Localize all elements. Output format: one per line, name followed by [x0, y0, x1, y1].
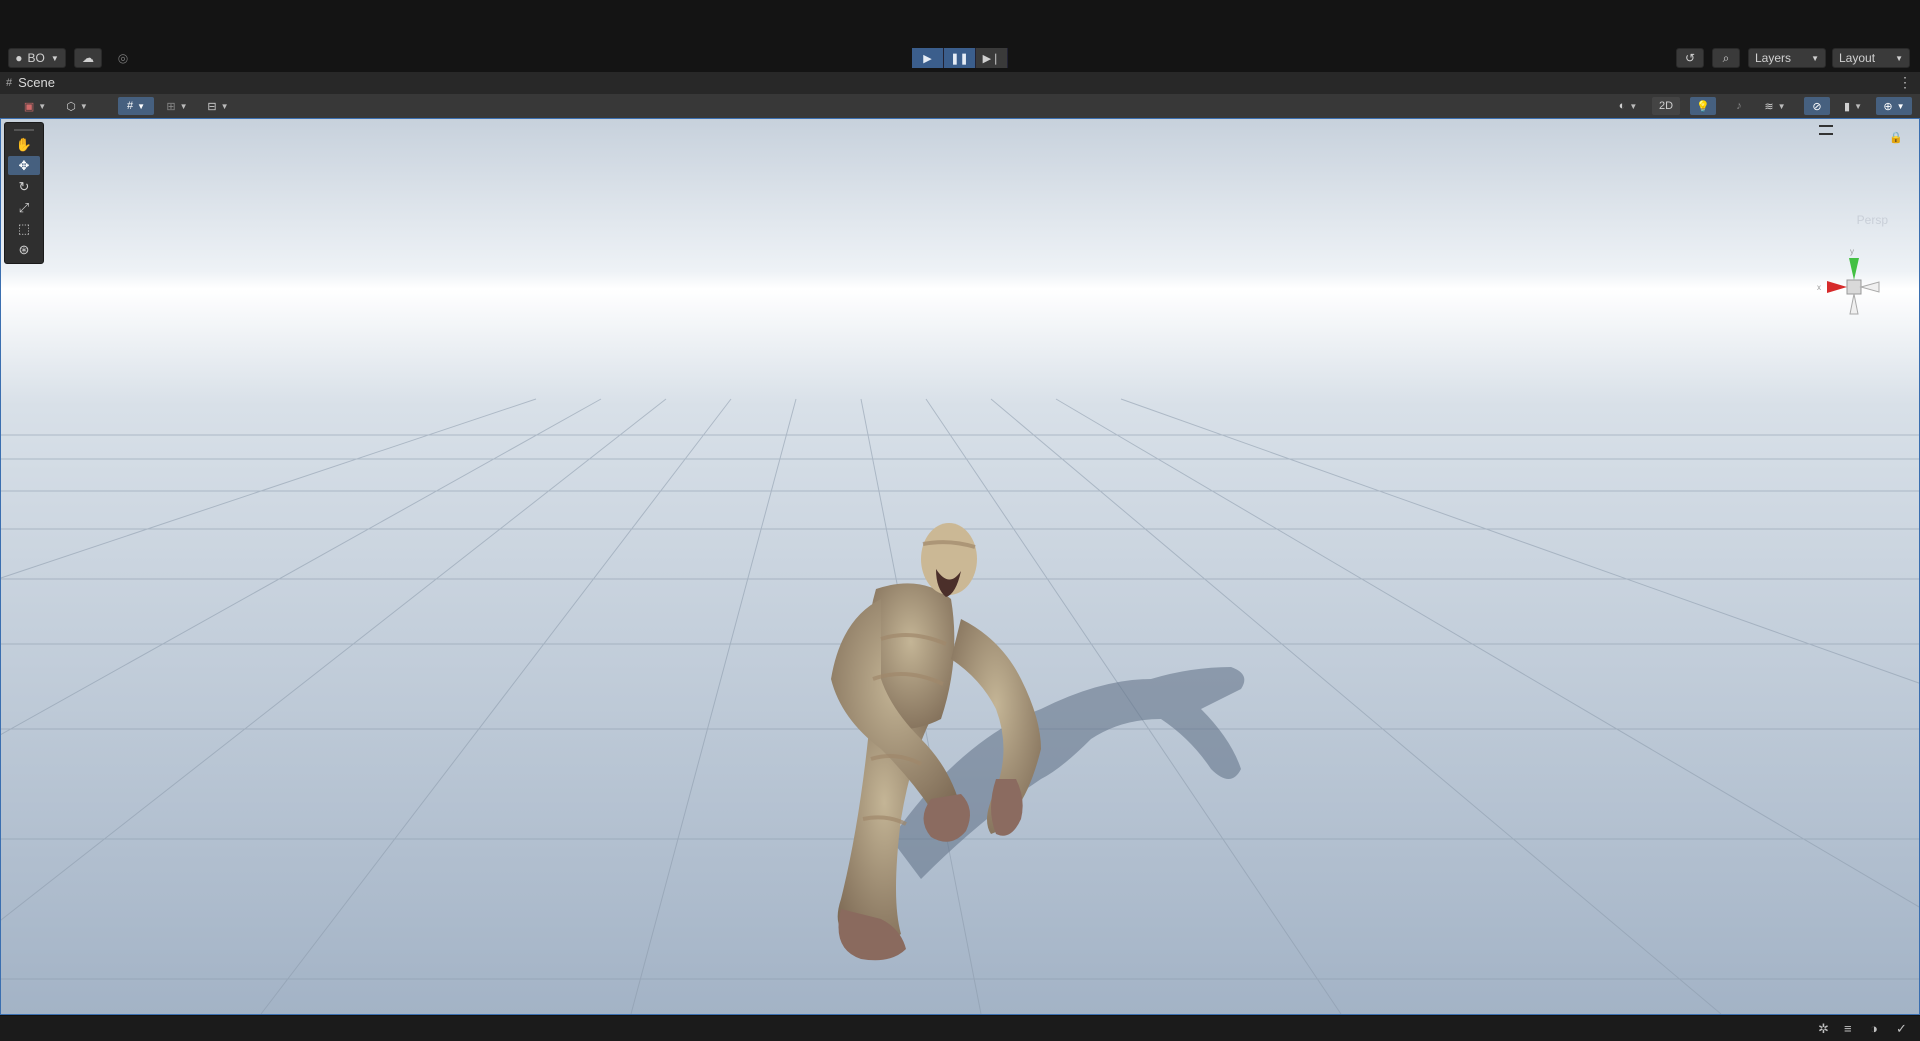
scene-viewport[interactable]: x y 🔒: [0, 118, 1920, 1015]
chevron-down-icon: ▼: [1629, 101, 1638, 111]
chevron-down-icon: ▼: [50, 53, 59, 63]
grid-snap-icon: ⊞: [166, 100, 176, 113]
layers-dropdown[interactable]: Layers ▼: [1748, 48, 1826, 68]
cache-icon[interactable]: ≡: [1844, 1021, 1852, 1036]
gizmo-menu-icon[interactable]: [1819, 125, 1833, 135]
grid-icon: #: [6, 76, 13, 89]
history-button[interactable]: ↺: [1676, 48, 1704, 68]
layout-dropdown[interactable]: Layout ▼: [1832, 48, 1910, 68]
shading-dropdown[interactable]: ◐ ▼: [1610, 97, 1646, 115]
rect-tool[interactable]: ⬚: [8, 219, 40, 238]
more-options-icon[interactable]: ⋮: [1898, 74, 1912, 91]
gizmo-lock-icon[interactable]: 🔒: [1889, 131, 1903, 144]
chevron-down-icon: ▼: [1777, 101, 1786, 111]
svg-text:x: x: [1817, 283, 1821, 292]
layout-label: Layout: [1839, 51, 1876, 65]
chevron-down-icon: ▼: [79, 101, 88, 111]
increment-dropdown[interactable]: ⊟ ▼: [200, 97, 236, 115]
camera-icon: ▮: [1844, 100, 1851, 113]
2d-toggle[interactable]: 2D: [1652, 97, 1680, 115]
render-mode-icon: ⬡: [66, 100, 76, 113]
move-icon: ✥: [18, 157, 30, 173]
lighting-toggle[interactable]: 💡: [1690, 97, 1716, 115]
snap-icon: #: [126, 100, 134, 112]
bug-icon[interactable]: ✲: [1818, 1021, 1829, 1037]
play-button[interactable]: ▶: [912, 48, 944, 68]
status-bar: ✲ ≡ ◑ ✓: [0, 1015, 1920, 1041]
effects-icon: ≋: [1764, 100, 1774, 113]
render-mode-dropdown[interactable]: ⬡ ▼: [60, 97, 94, 115]
step-icon: ▶❘: [982, 52, 1001, 65]
effects-dropdown[interactable]: ≋ ▼: [1758, 97, 1792, 115]
tab-scene[interactable]: # Scene: [6, 75, 55, 90]
pause-button[interactable]: ❚❚: [944, 48, 976, 68]
shading-icon: ◐: [1618, 100, 1626, 112]
play-controls: ▶ ❚❚ ▶❘: [912, 48, 1008, 68]
tab-scene-label: Scene: [18, 75, 55, 90]
scene-tab-bar: # Scene ⋮: [0, 72, 1920, 95]
draw-mode-icon: ▣: [23, 100, 35, 113]
camera-dropdown[interactable]: ▮ ▼: [1836, 97, 1870, 115]
2d-label: 2D: [1658, 100, 1674, 112]
svg-text:y: y: [1850, 247, 1854, 256]
check-icon[interactable]: ✓: [1896, 1021, 1907, 1037]
move-tool[interactable]: ✥: [8, 156, 40, 175]
lighting-status-icon[interactable]: ◑: [1870, 1021, 1878, 1036]
scale-tool[interactable]: ⤢: [8, 198, 40, 217]
projection-label[interactable]: Persp: [1857, 213, 1888, 227]
cloud-icon: ☁: [82, 51, 94, 65]
snap-toggle[interactable]: # ▼: [118, 97, 154, 115]
search-button[interactable]: ⌕: [1712, 48, 1740, 68]
chevron-down-icon: ▼: [1811, 53, 1819, 63]
account-dropdown[interactable]: ● BO ▼: [8, 48, 66, 68]
gizmos-dropdown[interactable]: ⊕ ▼: [1876, 97, 1912, 115]
chevron-down-icon: ▼: [137, 101, 146, 111]
draw-mode-dropdown[interactable]: ▣ ▼: [18, 97, 52, 115]
rect-icon: ⬚: [17, 220, 31, 236]
account-icon: ●: [15, 51, 23, 65]
chevron-down-icon: ▼: [1854, 101, 1862, 111]
search-icon: ⌕: [1722, 50, 1730, 65]
chevron-down-icon: ▼: [38, 101, 47, 111]
rotate-icon: ↻: [18, 178, 30, 194]
pause-icon: ❚❚: [950, 52, 969, 65]
gizmos-icon: ⊕: [1883, 100, 1893, 113]
account-label: BO: [27, 51, 45, 65]
scale-icon: ⤢: [18, 199, 30, 215]
tools-grip[interactable]: [14, 129, 34, 131]
chevron-down-icon: ▼: [1895, 53, 1903, 63]
top-toolbar: ● BO ▼ ☁ ◎ ▶ ❚❚ ▶❘ ↺ ⌕ Layers ▼ Layout ▼: [0, 0, 1920, 72]
collab-button[interactable]: ◎: [110, 48, 136, 68]
play-icon: ▶: [923, 52, 932, 65]
tools-overlay: ✋ ✥ ↻ ⤢ ⬚ ⊛: [4, 122, 44, 264]
scene-render: [1, 119, 1919, 1014]
rotate-tool[interactable]: ↻: [8, 177, 40, 196]
step-button[interactable]: ▶❘: [976, 48, 1008, 68]
history-icon: ↺: [1684, 51, 1696, 65]
hand-icon: ✋: [15, 136, 33, 152]
increment-icon: ⊟: [207, 100, 217, 113]
audio-icon: ♪: [1736, 100, 1742, 112]
scene-toolbar: ▣ ▼ ⬡ ▼ # ▼ ⊞ ▼ ⊟ ▼ ◐ ▼ 2D 💡 ♪ ≋ ▼ ⊘ ▮ ▼ ⊕ ▼: [0, 94, 1920, 119]
transform-tool[interactable]: ⊛: [8, 240, 40, 259]
chevron-down-icon: ▼: [179, 101, 188, 111]
hand-tool[interactable]: ✋: [8, 135, 40, 154]
collab-icon: ◎: [117, 51, 129, 65]
scene-gizmo[interactable]: x y: [1809, 244, 1899, 354]
audio-toggle[interactable]: ♪: [1726, 97, 1752, 115]
scene-gizmo-icon: x y: [1817, 247, 1880, 315]
chevron-down-icon: ▼: [1896, 101, 1905, 111]
cloud-button[interactable]: ☁: [74, 48, 102, 68]
layers-label: Layers: [1755, 51, 1792, 65]
chevron-down-icon: ▼: [220, 101, 229, 111]
hidden-objects-icon: ⊘: [1812, 100, 1822, 113]
grid-snap-dropdown[interactable]: ⊞ ▼: [160, 97, 194, 115]
transform-icon: ⊛: [18, 241, 30, 257]
lighting-icon: 💡: [1696, 100, 1710, 113]
hidden-objects-toggle[interactable]: ⊘: [1804, 97, 1830, 115]
